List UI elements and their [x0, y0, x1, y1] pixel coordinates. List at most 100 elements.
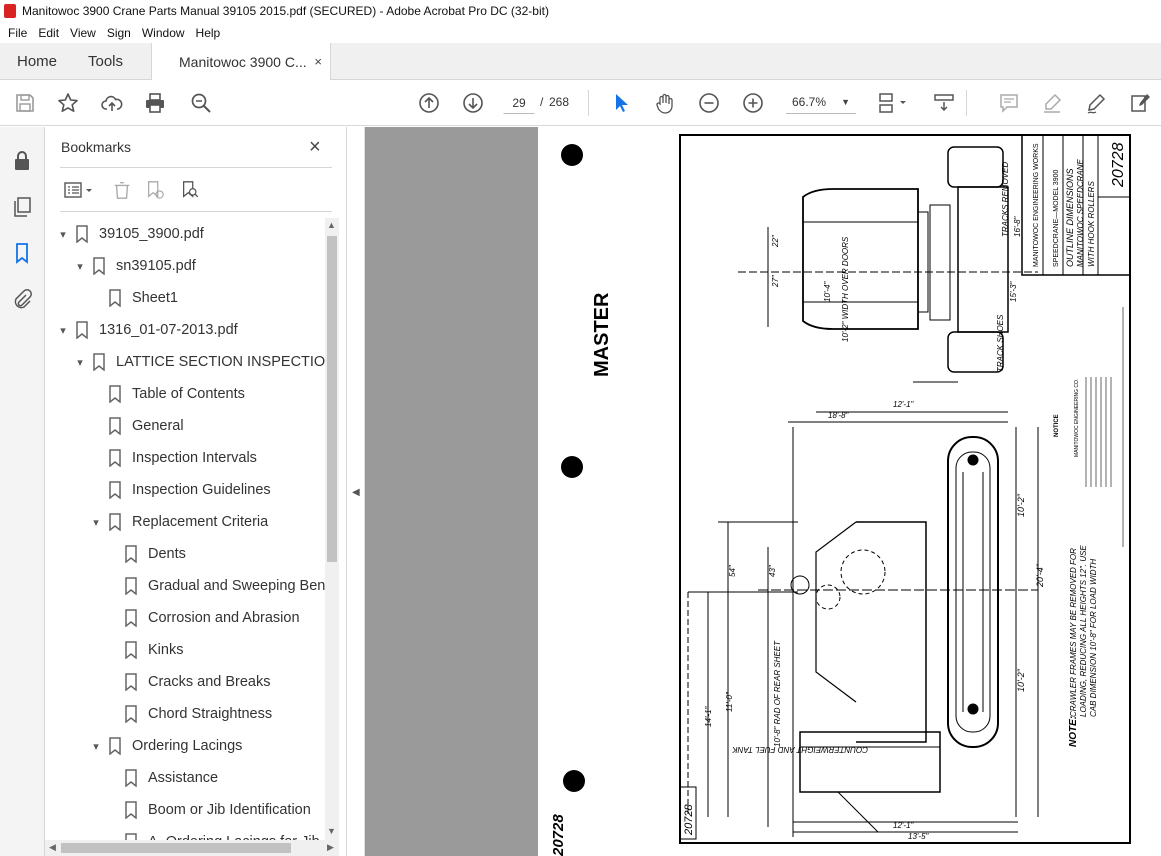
- zoom-out-icon[interactable]: [697, 91, 721, 115]
- expand-chevron-icon[interactable]: ▾: [88, 516, 104, 529]
- hand-tool-icon[interactable]: [653, 91, 677, 115]
- bookmark-label: Boom or Jib Identification: [148, 802, 311, 818]
- page-thumbnails-icon[interactable]: [10, 195, 34, 219]
- bookmark-item[interactable]: ▾ Replacement Criteria: [88, 506, 268, 538]
- delete-bookmark-icon[interactable]: [110, 179, 134, 201]
- save-icon[interactable]: [13, 91, 37, 115]
- menu-file[interactable]: File: [4, 26, 31, 40]
- menu-edit[interactable]: Edit: [34, 26, 63, 40]
- bookmark-item[interactable]: Chord Straightness: [104, 698, 272, 730]
- zoom-in-icon[interactable]: [741, 91, 765, 115]
- bookmark-panel-icon[interactable]: [10, 241, 34, 265]
- scroll-down-icon[interactable]: ▼: [327, 826, 336, 836]
- tab-tools[interactable]: Tools: [88, 43, 123, 80]
- bookmark-label: sn39105.pdf: [116, 258, 196, 274]
- window-title: Manitowoc 3900 Crane Parts Manual 39105 …: [22, 4, 549, 18]
- counterweight-label: COUNTERWEIGHT AND FUEL TANK: [732, 745, 868, 754]
- menu-window[interactable]: Window: [138, 26, 189, 40]
- tab-document[interactable]: Manitowoc 3900 C... ×: [151, 43, 331, 81]
- page-total: 268: [549, 95, 570, 109]
- scroll-left-icon[interactable]: ◀: [49, 842, 56, 853]
- close-panel-icon[interactable]: ×: [309, 136, 321, 159]
- binder-hole: [563, 770, 585, 792]
- sign-pen-icon[interactable]: [1084, 91, 1108, 115]
- bookmark-item[interactable]: Boom or Jib Identification: [104, 794, 311, 826]
- upload-cloud-icon[interactable]: [100, 91, 124, 115]
- attachment-icon[interactable]: [10, 287, 34, 311]
- dim-12-1-bottom: 12'-1": [893, 821, 915, 830]
- toolbar-divider: [966, 90, 967, 116]
- dim-cab: 10'-4": [823, 280, 832, 302]
- tab-home[interactable]: Home: [17, 43, 57, 80]
- zoom-select[interactable]: 66.7% ▼: [786, 90, 856, 114]
- tab-close-icon[interactable]: ×: [314, 54, 322, 69]
- expand-chevron-icon[interactable]: ▾: [72, 356, 88, 369]
- bookmark-item[interactable]: Inspection Intervals: [88, 442, 257, 474]
- bookmarks-title: Bookmarks: [61, 139, 132, 155]
- new-bookmark-icon[interactable]: [143, 179, 167, 201]
- scroll-mode-icon[interactable]: [932, 91, 956, 115]
- document-viewport[interactable]: MASTER 20728 MANITOWOC ENGINEERING WORKS…: [365, 127, 1161, 856]
- bookmark-item[interactable]: General: [88, 410, 184, 442]
- scroll-up-icon[interactable]: ▲: [327, 220, 336, 230]
- bookmark-item[interactable]: Assistance: [104, 762, 218, 794]
- bookmark-item[interactable]: Kinks: [104, 634, 183, 666]
- bookmark-item[interactable]: Cracks and Breaks: [104, 666, 271, 698]
- bookmarks-horizontal-scrollbar[interactable]: ◀ ▶: [45, 840, 339, 856]
- lock-icon[interactable]: [10, 149, 34, 173]
- expand-chevron-icon[interactable]: ▾: [55, 228, 71, 241]
- bookmark-item[interactable]: ▾ LATTICE SECTION INSPECTION: [72, 346, 325, 378]
- dim-12-1: 12'-1": [893, 400, 915, 409]
- next-page-icon[interactable]: [461, 91, 485, 115]
- crawler-side-view: [758, 436, 1038, 833]
- print-icon[interactable]: [143, 91, 167, 115]
- find-zoom-icon[interactable]: [189, 91, 213, 115]
- bookmark-item[interactable]: ▾ Ordering Lacings: [88, 730, 242, 762]
- bookmark-item[interactable]: A. Ordering Lacings for Jib: [104, 826, 320, 840]
- expand-chevron-icon[interactable]: ▾: [72, 260, 88, 273]
- highlight-pen-icon[interactable]: [1040, 91, 1064, 115]
- bookmark-options-icon[interactable]: [62, 179, 96, 201]
- menu-help[interactable]: Help: [192, 26, 225, 40]
- title-block: MANITOWOC ENGINEERING WORKS SPEEDCRANE—M…: [1021, 134, 1131, 276]
- collapse-panel-icon[interactable]: ◀: [352, 487, 360, 498]
- bookmark-label: 1316_01-07-2013.pdf: [99, 322, 238, 338]
- bookmark-icon: [109, 737, 121, 755]
- scrollbar-thumb[interactable]: [327, 236, 337, 562]
- star-icon[interactable]: [56, 91, 80, 115]
- bookmark-item[interactable]: Inspection Guidelines: [88, 474, 271, 506]
- note-label: NOTE:: [1068, 716, 1079, 747]
- bookmark-item[interactable]: Dents: [104, 538, 186, 570]
- comment-icon[interactable]: [997, 91, 1021, 115]
- tab-bar: Home Tools Manitowoc 3900 C... ×: [0, 43, 1161, 81]
- page-display-icon[interactable]: [876, 91, 910, 115]
- bookmark-item[interactable]: Sheet1: [88, 282, 178, 314]
- bookmark-item[interactable]: ▾ 39105_3900.pdf: [55, 218, 204, 250]
- bookmark-item[interactable]: Gradual and Sweeping Bends: [104, 570, 325, 602]
- bookmark-icon: [109, 385, 121, 403]
- menu-view[interactable]: View: [66, 26, 100, 40]
- title-line-2: MANITOWOC SPEEDCRANE: [1076, 158, 1085, 267]
- menu-sign[interactable]: Sign: [103, 26, 135, 40]
- edit-tools-icon[interactable]: [1128, 91, 1152, 115]
- scrollbar-thumb[interactable]: [61, 843, 291, 853]
- bookmark-item[interactable]: ▾ 1316_01-07-2013.pdf: [55, 314, 238, 346]
- bookmark-label: Inspection Intervals: [132, 450, 257, 466]
- bookmark-item[interactable]: ▾ sn39105.pdf: [72, 250, 196, 282]
- dim-22: 22": [771, 234, 780, 248]
- bottom-drawing-number: 20728: [683, 804, 695, 836]
- bookmark-item[interactable]: Table of Contents: [88, 378, 245, 410]
- expand-chevron-icon[interactable]: ▾: [88, 740, 104, 753]
- bookmark-item[interactable]: Corrosion and Abrasion: [104, 602, 300, 634]
- panel-splitter[interactable]: ◀: [347, 127, 365, 856]
- select-cursor-icon[interactable]: [609, 91, 633, 115]
- bookmark-label: Replacement Criteria: [132, 514, 269, 530]
- expand-chevron-icon[interactable]: ▾: [55, 324, 71, 337]
- page-number-input[interactable]: 29: [503, 90, 535, 114]
- dimension-lines: [687, 411, 1039, 837]
- bookmark-icon: [109, 513, 121, 531]
- find-bookmark-icon[interactable]: [178, 179, 202, 201]
- bookmarks-vertical-scrollbar[interactable]: ▲ ▼: [325, 218, 339, 840]
- scroll-right-icon[interactable]: ▶: [327, 842, 334, 853]
- previous-page-icon[interactable]: [417, 91, 441, 115]
